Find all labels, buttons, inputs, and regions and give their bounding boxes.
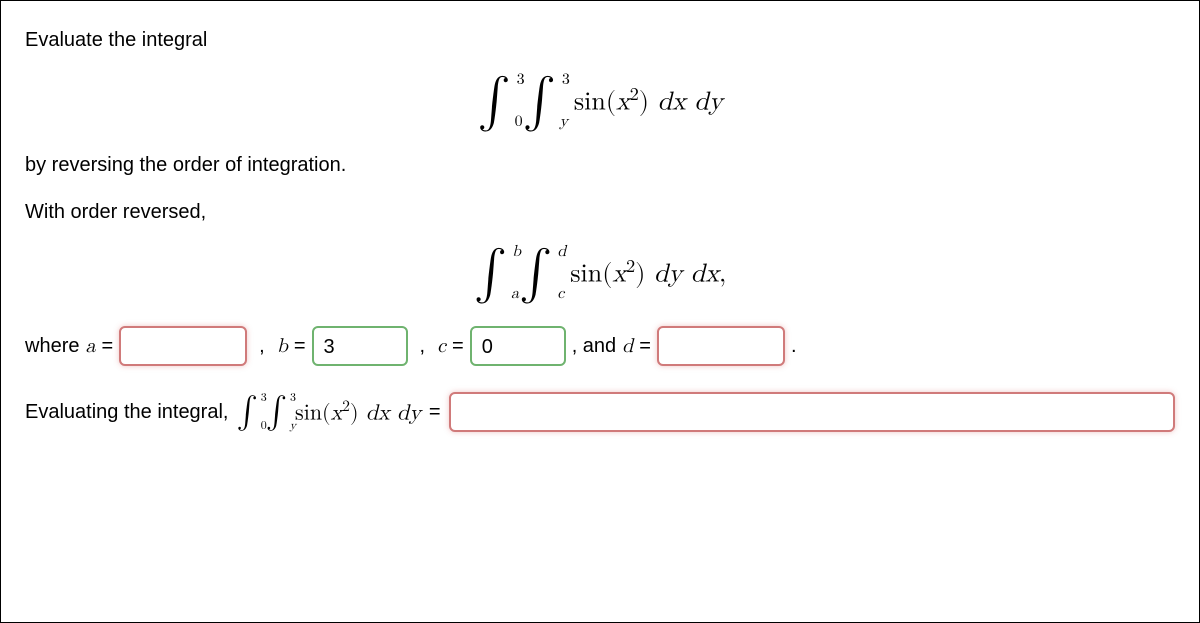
intro-text: Evaluate the integral xyxy=(25,29,1175,52)
integral-reversed: ∫ b a ∫ d c sin(x2) dy dx, xyxy=(25,248,1175,298)
c-label: c xyxy=(437,334,446,358)
var-x: x xyxy=(616,90,630,116)
close-paren: ) xyxy=(639,90,658,116)
integral-sign-outer: ∫ 3 0 xyxy=(477,76,510,126)
c-input[interactable]: 0 xyxy=(470,326,566,366)
integral-sign-inner: ∫ 3 y xyxy=(523,76,556,126)
close-paren-2: ) xyxy=(635,262,654,288)
integral-sign-inner-2: ∫ d c xyxy=(519,248,552,298)
eval-dy: dy xyxy=(397,402,421,424)
limits-answer-row: where a = , b = 3 , c = 0 , and d = . xyxy=(25,326,1175,366)
inner-lower-limit-2: c xyxy=(557,286,564,302)
eval-inner-upper: 3 xyxy=(290,392,296,404)
eval-exponent: 2 xyxy=(342,399,350,414)
eval-integral-sign-inner: ∫ 3 y xyxy=(266,396,287,428)
eval-answer-input[interactable] xyxy=(449,392,1175,432)
eval-sin: sin( xyxy=(295,402,331,424)
var-x-2: x xyxy=(612,262,626,288)
dx: dx xyxy=(658,90,686,116)
fn-sin: sin( xyxy=(574,90,616,116)
period: . xyxy=(791,335,797,358)
eval-inner-lower: y xyxy=(290,420,296,432)
integral-sign-outer-2: ∫ b a xyxy=(474,248,507,298)
eval-integral-sign-outer: ∫ 3 0 xyxy=(236,396,257,428)
trailing-comma: , xyxy=(719,262,726,288)
inner-upper-limit: 3 xyxy=(562,72,570,88)
equals-b: = xyxy=(294,335,306,358)
comma-2: , xyxy=(420,335,426,358)
evaluate-prefix: Evaluating the integral, xyxy=(25,401,228,424)
integrand-2: sin(x2) dy dx, xyxy=(570,255,726,291)
equals-c: = xyxy=(452,335,464,358)
and-label: , and xyxy=(572,335,616,358)
a-label: a xyxy=(85,334,95,358)
comma-1: , xyxy=(259,335,265,358)
inner-upper-limit-2: d xyxy=(557,244,566,260)
dy-2: dy xyxy=(654,262,682,288)
eval-var-x: x xyxy=(331,402,343,424)
integral-original: ∫ 3 0 ∫ 3 y sin(x2) dx dy xyxy=(25,76,1175,126)
dx-2: dx xyxy=(691,262,719,288)
exponent-2: 2 xyxy=(630,85,639,104)
exponent-2b: 2 xyxy=(626,257,635,276)
equals-a: = xyxy=(101,335,113,358)
b-input[interactable]: 3 xyxy=(312,326,408,366)
dy: dy xyxy=(694,90,722,116)
evaluate-row: Evaluating the integral, ∫ 3 0 ∫ 3 y sin… xyxy=(25,392,1175,432)
equals-d: = xyxy=(639,335,651,358)
eval-equals: = xyxy=(429,401,441,424)
eval-integrand: sin(x2) dx dy xyxy=(295,398,421,426)
where-label: where xyxy=(25,335,79,358)
eval-dx: dx xyxy=(366,402,390,424)
fn-sin-2: sin( xyxy=(570,262,612,288)
outer-lower-limit: 0 xyxy=(515,114,523,130)
d-label: d xyxy=(622,334,633,358)
mid-text: by reversing the order of integration. xyxy=(25,154,1175,177)
outer-lower-limit-2: a xyxy=(511,286,519,302)
a-input[interactable] xyxy=(119,326,247,366)
b-label: b xyxy=(277,334,288,358)
eval-close-paren: ) xyxy=(350,402,366,424)
inner-lower-limit: y xyxy=(559,114,567,130)
d-input[interactable] xyxy=(657,326,785,366)
integrand-1: sin(x2) dx dy xyxy=(574,83,723,119)
reversed-text: With order reversed, xyxy=(25,201,1175,224)
